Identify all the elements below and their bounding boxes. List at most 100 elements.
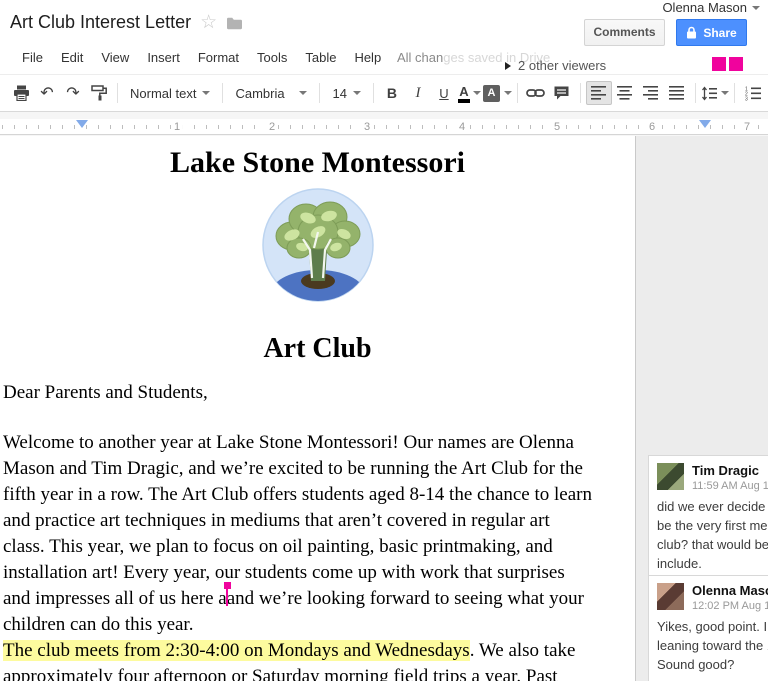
divider: [734, 83, 735, 103]
format-toolbar: ↶ ↷ Normal text Cambria 14 B I U A A: [0, 74, 768, 112]
star-icon[interactable]: ☆: [200, 13, 217, 32]
align-left-button[interactable]: [586, 81, 612, 105]
divider: [222, 83, 223, 103]
expand-triangle-icon: [505, 62, 511, 70]
ruler-number: 5: [551, 121, 563, 133]
paint-format-button[interactable]: [86, 81, 112, 105]
school-logo[interactable]: [0, 188, 635, 307]
doc-line-with-cursor: and impresses all of us here aand we’re …: [3, 586, 629, 612]
comment-timestamp: 11:59 AM Aug 1,: [692, 480, 768, 492]
comment-author: Tim Dragic: [692, 463, 768, 478]
text-color-button[interactable]: A: [457, 81, 483, 105]
share-label: Share: [703, 26, 736, 40]
doc-line: and practice art techniques in mediums t…: [3, 508, 629, 534]
bold-button[interactable]: B: [379, 81, 405, 105]
menu-file[interactable]: File: [13, 48, 52, 67]
highlighted-text: The club meets from 2:30-4:00 on Mondays…: [3, 640, 470, 661]
left-indent-marker[interactable]: [76, 120, 88, 128]
ruler-number: 1: [171, 121, 183, 133]
underline-button[interactable]: U: [431, 81, 457, 105]
align-right-button[interactable]: [638, 81, 664, 105]
avatar: [657, 463, 684, 490]
divider: [517, 83, 518, 103]
svg-text:3: 3: [745, 96, 748, 101]
document-canvas: Lake Stone Montessori: [0, 136, 768, 681]
doc-line: class. This year, we plan to focus on oi…: [3, 534, 629, 560]
account-menu[interactable]: Olenna Mason: [662, 0, 760, 15]
right-indent-marker[interactable]: [699, 120, 711, 128]
avatar: [657, 583, 684, 610]
menu-tools[interactable]: Tools: [248, 48, 296, 67]
document-page[interactable]: Lake Stone Montessori: [0, 136, 636, 681]
menu-table[interactable]: Table: [296, 48, 345, 67]
comment-card-tim[interactable]: Tim Dragic 11:59 AM Aug 1, did we ever d…: [648, 455, 768, 581]
menu-help[interactable]: Help: [345, 48, 390, 67]
comments-button[interactable]: Comments: [584, 19, 665, 46]
doc-title[interactable]: Art Club Interest Letter: [10, 12, 191, 33]
doc-line: installation art! Every year, our studen…: [3, 560, 629, 586]
comment-timestamp: 12:02 PM Aug 1,: [692, 600, 768, 612]
ruler-band[interactable]: 1 2 3 4 5 6 7: [0, 119, 768, 135]
collaborator-indicators: [712, 57, 743, 71]
doc-line: fifth year in a row. The Art Club offers…: [3, 482, 629, 508]
share-button[interactable]: Share: [676, 19, 747, 46]
comment-body: did we ever decide w be the very first m…: [657, 497, 768, 573]
menubar: File Edit View Insert Format Tools Table…: [13, 48, 390, 67]
align-justify-button[interactable]: [664, 81, 690, 105]
numbered-list-button[interactable]: 123: [740, 81, 766, 105]
collaborator-cursor: [226, 589, 228, 606]
divider: [319, 83, 320, 103]
lock-icon: [686, 26, 697, 39]
folder-icon[interactable]: [226, 16, 243, 30]
italic-button[interactable]: I: [405, 81, 431, 105]
divider: [580, 83, 581, 103]
menu-insert[interactable]: Insert: [138, 48, 189, 67]
collaborator-square-1[interactable]: [712, 57, 726, 71]
menu-edit[interactable]: Edit: [52, 48, 92, 67]
chevron-down-icon: [721, 91, 729, 95]
undo-button[interactable]: ↶: [34, 81, 60, 105]
menu-format[interactable]: Format: [189, 48, 248, 67]
collaborator-square-2[interactable]: [729, 57, 743, 71]
print-button[interactable]: [8, 81, 34, 105]
insert-link-button[interactable]: [523, 81, 549, 105]
google-docs-window: Olenna Mason Art Club Interest Letter ☆ …: [0, 0, 768, 681]
doc-paragraph-1: Welcome to another year at Lake Stone Mo…: [3, 430, 629, 638]
doc-heading-school: Lake Stone Montessori: [0, 146, 635, 180]
other-viewers[interactable]: 2 other viewers: [505, 58, 606, 73]
chevron-down-icon: [299, 91, 307, 95]
comment-body: Yikes, good point. I leaning toward the …: [657, 617, 768, 674]
doc-line: approximately four afternoon or Saturday…: [3, 664, 629, 681]
divider: [695, 83, 696, 103]
doc-heading-artclub: Art Club: [0, 333, 635, 365]
comment-author: Olenna Mason: [692, 583, 768, 598]
account-name: Olenna Mason: [662, 0, 747, 15]
menu-view[interactable]: View: [92, 48, 138, 67]
ruler-number: 6: [646, 121, 658, 133]
ruler-number: 2: [266, 121, 278, 133]
insert-comment-button[interactable]: [549, 81, 575, 105]
ruler-number: 7: [741, 121, 753, 133]
doc-line: Welcome to another year at Lake Stone Mo…: [3, 430, 629, 456]
font-size-select[interactable]: 14: [325, 86, 367, 101]
redo-button[interactable]: ↷: [60, 81, 86, 105]
doc-line: children can do this year.: [3, 612, 629, 638]
doc-line: Mason and Tim Dragic, and we’re excited …: [3, 456, 629, 482]
chevron-down-icon: [353, 91, 361, 95]
font-family-select[interactable]: Cambria: [228, 86, 314, 101]
align-center-button[interactable]: [612, 81, 638, 105]
line-spacing-button[interactable]: [701, 81, 729, 105]
doc-salutation: Dear Parents and Students,: [3, 382, 208, 404]
chevron-down-icon: [473, 91, 481, 95]
chevron-down-icon: [752, 6, 760, 10]
ruler-number: 3: [361, 121, 373, 133]
chevron-down-icon: [504, 91, 512, 95]
divider: [117, 83, 118, 103]
paragraph-style-select[interactable]: Normal text: [123, 86, 217, 101]
ruler-number: 4: [456, 121, 468, 133]
comment-card-olenna[interactable]: Olenna Mason 12:02 PM Aug 1, Yikes, good…: [648, 575, 768, 681]
divider: [373, 83, 374, 103]
ruler: 1 2 3 4 5 6 7: [0, 112, 768, 136]
doc-line-highlighted: The club meets from 2:30-4:00 on Mondays…: [3, 638, 629, 664]
highlight-color-button[interactable]: A: [483, 81, 512, 105]
